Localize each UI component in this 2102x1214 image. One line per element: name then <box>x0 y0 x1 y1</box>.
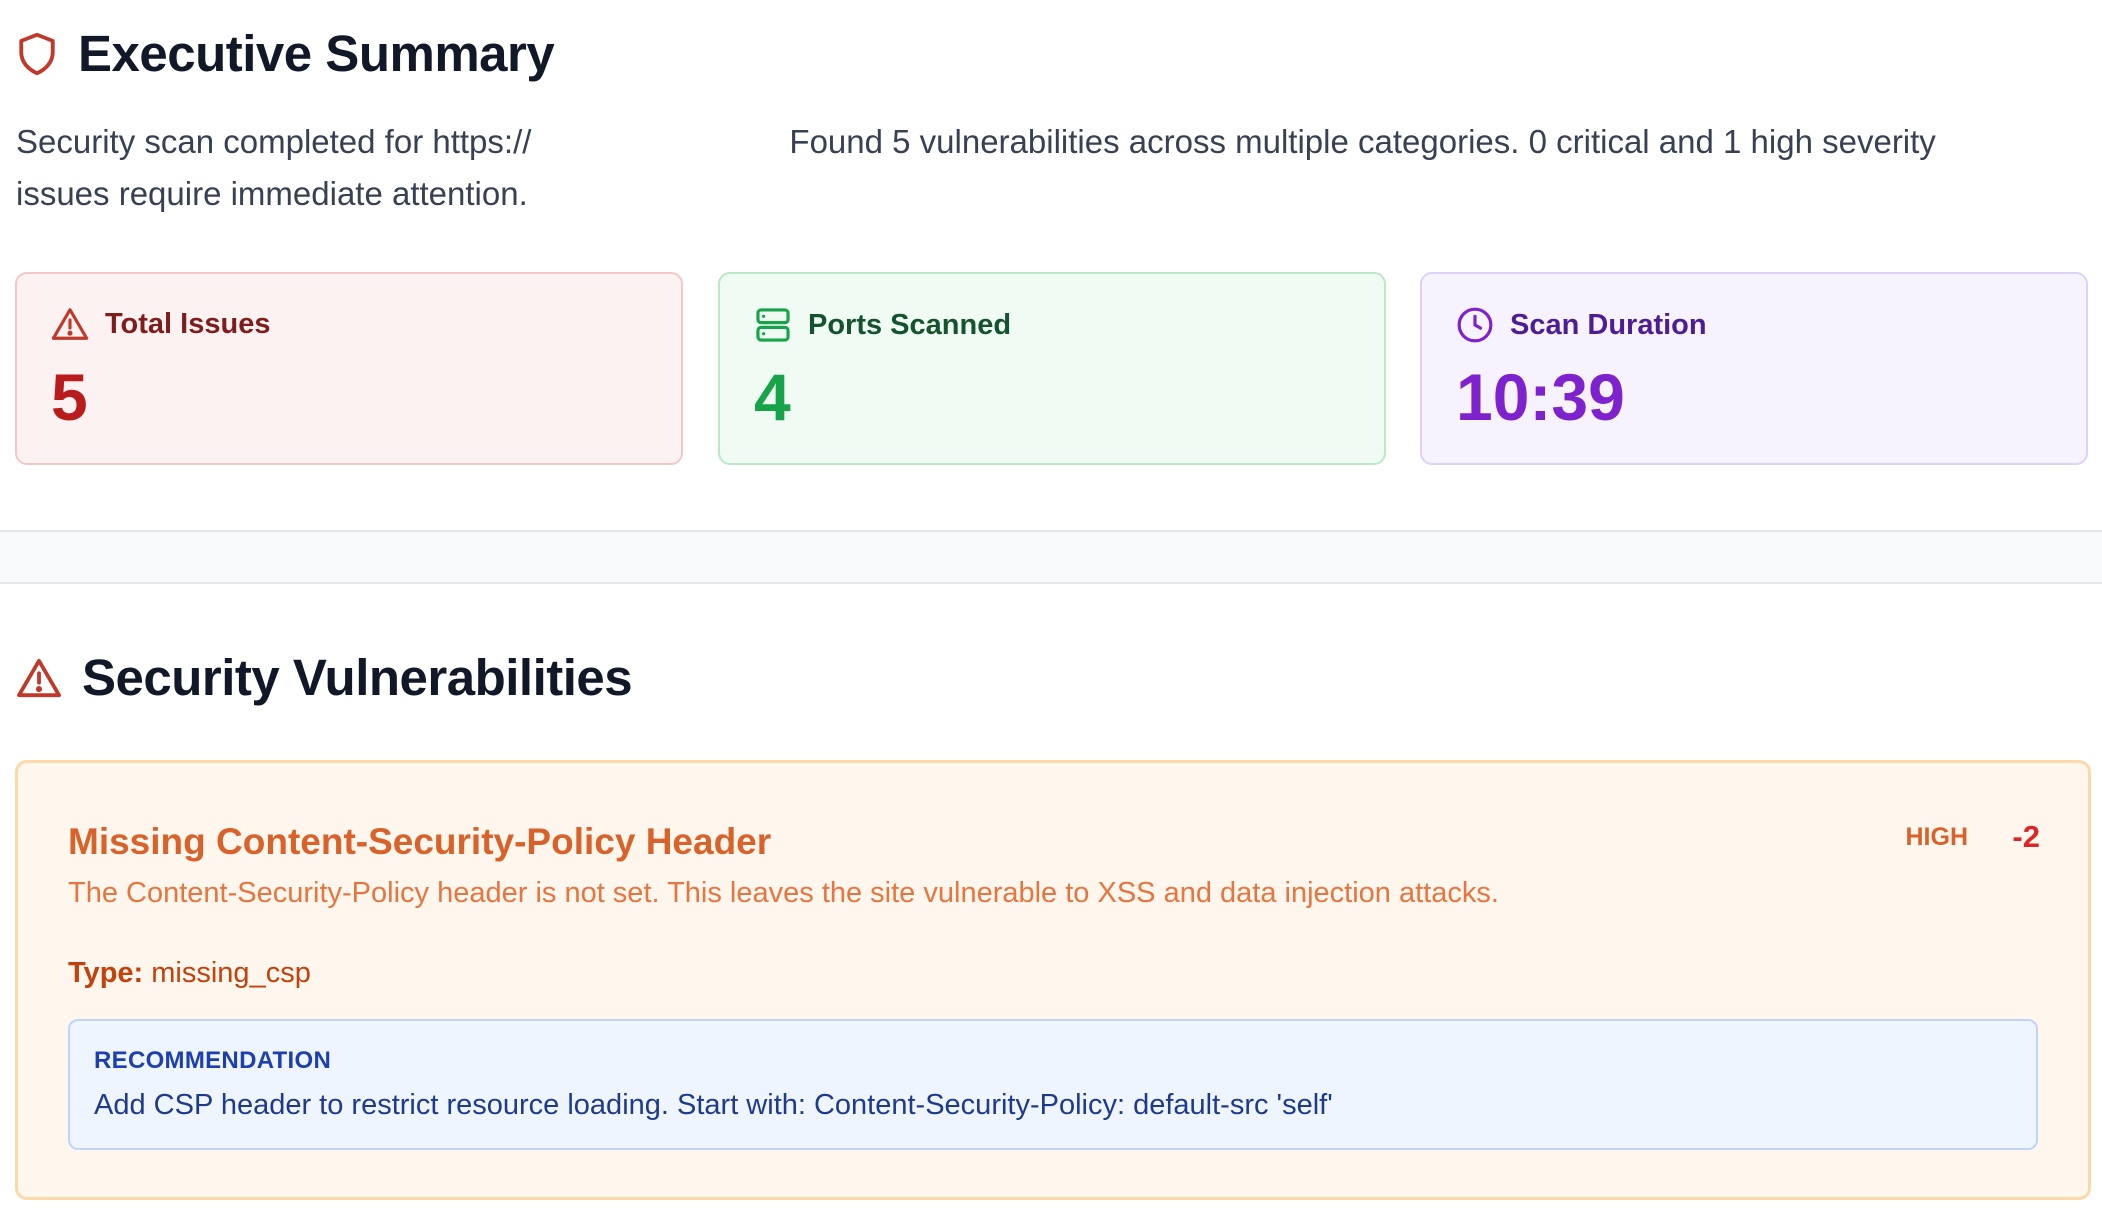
executive-summary-title: Executive Summary <box>78 25 555 82</box>
server-icon <box>754 306 792 344</box>
shield-icon <box>16 31 58 77</box>
stat-card-scan-duration: Scan Duration 10:39 <box>1420 272 2088 465</box>
score-delta: -2 <box>2012 819 2040 854</box>
section-divider <box>0 530 2102 584</box>
vulnerabilities-header: Security Vulnerabilities <box>16 648 633 707</box>
type-label: Type: <box>68 957 144 989</box>
executive-summary-header: Executive Summary <box>16 24 555 83</box>
security-report-page: Executive Summary Security scan complete… <box>0 0 2102 1214</box>
summary-text: Security scan completed for https:// Foun… <box>16 116 2046 220</box>
clock-icon <box>1456 306 1494 344</box>
stat-label: Ports Scanned <box>808 308 1012 341</box>
stat-card-ports-scanned: Ports Scanned 4 <box>718 272 1386 465</box>
vulnerability-card: Missing Content-Security-Policy Header H… <box>15 760 2091 1200</box>
summary-part2: Found 5 vulnerabilities across multiple … <box>789 123 1936 160</box>
stat-label: Total Issues <box>105 307 271 340</box>
vulnerability-description: The Content-Security-Policy header is no… <box>68 877 1499 909</box>
summary-line2: issues require immediate attention. <box>16 175 528 212</box>
severity-badge: HIGH <box>1905 823 1969 851</box>
vulnerability-title: Missing Content-Security-Policy Header <box>68 821 772 862</box>
stat-label: Scan Duration <box>1510 308 1707 341</box>
stat-value: 4 <box>754 360 791 434</box>
stat-value: 10:39 <box>1456 360 1625 434</box>
type-value: missing_csp <box>151 957 311 989</box>
recommendation-label: RECOMMENDATION <box>94 1047 332 1074</box>
vulnerabilities-title: Security Vulnerabilities <box>82 649 633 706</box>
recommendation-box: RECOMMENDATION Add CSP header to restric… <box>68 1019 2038 1150</box>
recommendation-text: Add CSP header to restrict resource load… <box>94 1089 1333 1121</box>
stat-card-total-issues: Total Issues 5 <box>15 272 683 465</box>
warning-icon <box>16 657 62 699</box>
vulnerability-type: Type: missing_csp <box>68 957 311 990</box>
alert-triangle-icon <box>51 306 89 342</box>
summary-part1: Security scan completed for https:// <box>16 123 532 160</box>
stat-value: 5 <box>51 360 88 434</box>
